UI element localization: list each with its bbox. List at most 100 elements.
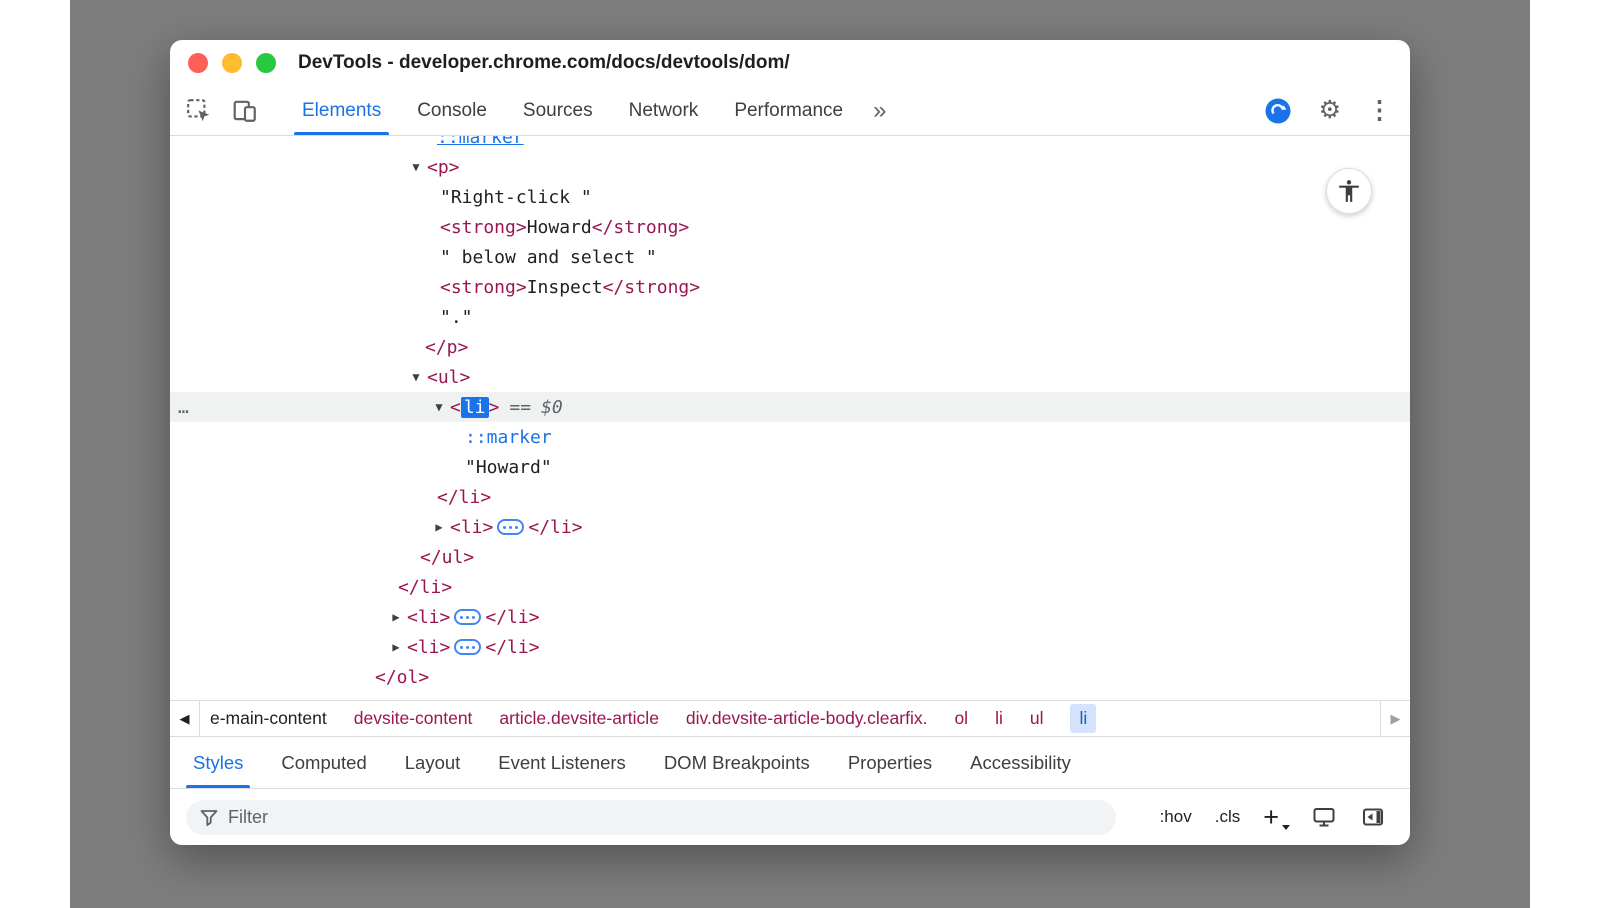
- inline-expand-ellipsis-button[interactable]: [497, 519, 524, 535]
- dom-token-tag[interactable]: <li>: [450, 517, 493, 538]
- tab-sources[interactable]: Sources: [505, 86, 611, 135]
- dom-tree-row[interactable]: ▶<li> </li>: [170, 602, 1410, 632]
- breadcrumb-item[interactable]: li: [1070, 704, 1096, 733]
- breadcrumb-item[interactable]: li: [995, 708, 1003, 729]
- dom-tree-row[interactable]: ▼<p>: [170, 152, 1410, 182]
- element-classes-button[interactable]: .cls: [1215, 807, 1241, 827]
- expand-arrow-down-icon[interactable]: ▼: [405, 370, 427, 384]
- expand-arrow-down-icon[interactable]: ▼: [428, 400, 450, 414]
- breadcrumb-scroll-right-icon[interactable]: ▶: [1380, 701, 1410, 736]
- dom-tree-row[interactable]: ▼<ul>: [170, 362, 1410, 392]
- tab-performance[interactable]: Performance: [716, 86, 861, 135]
- dom-tree-row[interactable]: </li>: [170, 572, 1410, 602]
- tab-network[interactable]: Network: [611, 86, 717, 135]
- breadcrumb-item[interactable]: article.devsite-article: [499, 708, 659, 729]
- dom-token-tag[interactable]: </li>: [485, 607, 539, 628]
- dom-token-tag[interactable]: </li>: [528, 517, 582, 538]
- accessibility-person-icon: [1336, 178, 1362, 204]
- dom-token-pseudo[interactable]: ::marker: [465, 427, 552, 448]
- dom-tree-row[interactable]: "Right-click ": [170, 182, 1410, 212]
- expand-arrow-down-icon[interactable]: ▼: [405, 160, 427, 174]
- dom-tree-row[interactable]: ::marker: [170, 136, 1410, 152]
- dom-tree-row[interactable]: <strong>Howard</strong>: [170, 212, 1410, 242]
- row-overflow-menu-icon[interactable]: …: [178, 397, 190, 418]
- dom-token-tag[interactable]: </li>: [485, 637, 539, 658]
- dom-token-tag[interactable]: <li>: [407, 637, 450, 658]
- dom-token-plain[interactable]: Howard: [527, 217, 592, 238]
- dom-token-plain[interactable]: "Right-click ": [440, 187, 592, 208]
- accessibility-overlay-button[interactable]: [1326, 168, 1372, 214]
- sidebar-tab-event-listeners[interactable]: Event Listeners: [479, 737, 645, 788]
- dom-token-pseudo[interactable]: ::marker: [437, 136, 524, 148]
- rendering-emulations-icon[interactable]: [1311, 804, 1337, 830]
- close-window-button[interactable]: [188, 53, 208, 73]
- sidebar-tab-accessibility[interactable]: Accessibility: [951, 737, 1090, 788]
- dom-token-tag[interactable]: </strong>: [592, 217, 690, 238]
- expand-arrow-right-icon[interactable]: ▶: [385, 640, 407, 654]
- breadcrumb-item[interactable]: div.devsite-article-body.clearfix.: [686, 708, 928, 729]
- dom-tree-row[interactable]: <strong>Inspect</strong>: [170, 272, 1410, 302]
- toggle-element-state-button[interactable]: :hov: [1160, 807, 1192, 827]
- dom-token-tag[interactable]: <p>: [427, 157, 460, 178]
- breadcrumb-item[interactable]: ol: [954, 708, 968, 729]
- dom-tree-row[interactable]: ▶<li> </li>: [170, 632, 1410, 662]
- dom-token-tag[interactable]: <strong>: [440, 217, 527, 238]
- styles-filter-input[interactable]: [186, 800, 1116, 835]
- expand-arrow-right-icon[interactable]: ▶: [428, 520, 450, 534]
- dom-tree-row[interactable]: …▼<li>==$0: [170, 392, 1410, 422]
- settings-gear-icon[interactable]: ⚙: [1319, 98, 1341, 123]
- breadcrumb-scroll-left-icon[interactable]: ◀: [170, 701, 200, 736]
- new-style-rule-button[interactable]: +: [1263, 804, 1288, 831]
- zoom-window-button[interactable]: [256, 53, 276, 73]
- breadcrumb-item[interactable]: e-main-content: [210, 708, 327, 729]
- sidebar-tab-styles[interactable]: Styles: [174, 737, 262, 788]
- dom-tree-row[interactable]: " below and select ": [170, 242, 1410, 272]
- dom-token-tag[interactable]: </strong>: [603, 277, 701, 298]
- breadcrumb-list: e-main-content devsite-content article.dev…: [200, 701, 1380, 736]
- breadcrumb-item[interactable]: devsite-content: [354, 708, 473, 729]
- tab-console[interactable]: Console: [399, 86, 505, 135]
- dom-tree-row[interactable]: </li>: [170, 482, 1410, 512]
- dom-token-tag[interactable]: </li>: [437, 487, 491, 508]
- dom-token-tag[interactable]: </ol>: [375, 667, 429, 688]
- kebab-menu-icon[interactable]: ⋮: [1367, 98, 1392, 123]
- window-title: DevTools - developer.chrome.com/docs/dev…: [298, 52, 790, 74]
- sidebar-tab-layout[interactable]: Layout: [386, 737, 480, 788]
- dom-token-tag[interactable]: >: [489, 397, 500, 418]
- sync-extension-icon[interactable]: [1263, 96, 1293, 126]
- dom-token-plain[interactable]: "Howard": [465, 457, 552, 478]
- dom-token-plain[interactable]: ".": [440, 307, 473, 328]
- more-tabs-icon[interactable]: »: [861, 86, 898, 135]
- dom-tree-row[interactable]: "Howard": [170, 452, 1410, 482]
- dom-tree-row[interactable]: </ul>: [170, 542, 1410, 572]
- dom-token-tag[interactable]: </li>: [398, 577, 452, 598]
- dom-tree-row[interactable]: ▶<li> </li>: [170, 512, 1410, 542]
- toggle-sidebar-icon[interactable]: [1360, 804, 1386, 830]
- dom-tree-row[interactable]: ".": [170, 302, 1410, 332]
- minimize-window-button[interactable]: [222, 53, 242, 73]
- dom-tree-row[interactable]: </ol>: [170, 662, 1410, 692]
- dom-tree-row[interactable]: </p>: [170, 332, 1410, 362]
- toolbar-left-icons: [184, 86, 260, 135]
- breadcrumb-item[interactable]: ul: [1030, 708, 1044, 729]
- dom-token-tag[interactable]: <strong>: [440, 277, 527, 298]
- sidebar-tab-dom-breakpoints[interactable]: DOM Breakpoints: [645, 737, 829, 788]
- dom-token-tag[interactable]: </ul>: [420, 547, 474, 568]
- inline-expand-ellipsis-button[interactable]: [454, 639, 481, 655]
- sidebar-tab-computed[interactable]: Computed: [262, 737, 385, 788]
- dom-token-sel[interactable]: li: [461, 397, 489, 418]
- inline-expand-ellipsis-button[interactable]: [454, 609, 481, 625]
- device-toolbar-icon[interactable]: [230, 96, 260, 126]
- dom-token-tag[interactable]: </p>: [425, 337, 468, 358]
- dom-token-tag[interactable]: <ul>: [427, 367, 470, 388]
- dom-token-tag[interactable]: <: [450, 397, 461, 418]
- dom-tree-row[interactable]: ::marker: [170, 422, 1410, 452]
- tab-elements[interactable]: Elements: [284, 86, 399, 135]
- dom-token-plain[interactable]: Inspect: [527, 277, 603, 298]
- dom-token-tag[interactable]: <li>: [407, 607, 450, 628]
- inspect-element-icon[interactable]: [184, 96, 214, 126]
- dom-token-plain[interactable]: " below and select ": [440, 247, 657, 268]
- sidebar-tab-properties[interactable]: Properties: [829, 737, 951, 788]
- styles-filter-bar: :hov .cls +: [170, 789, 1410, 845]
- expand-arrow-right-icon[interactable]: ▶: [385, 610, 407, 624]
